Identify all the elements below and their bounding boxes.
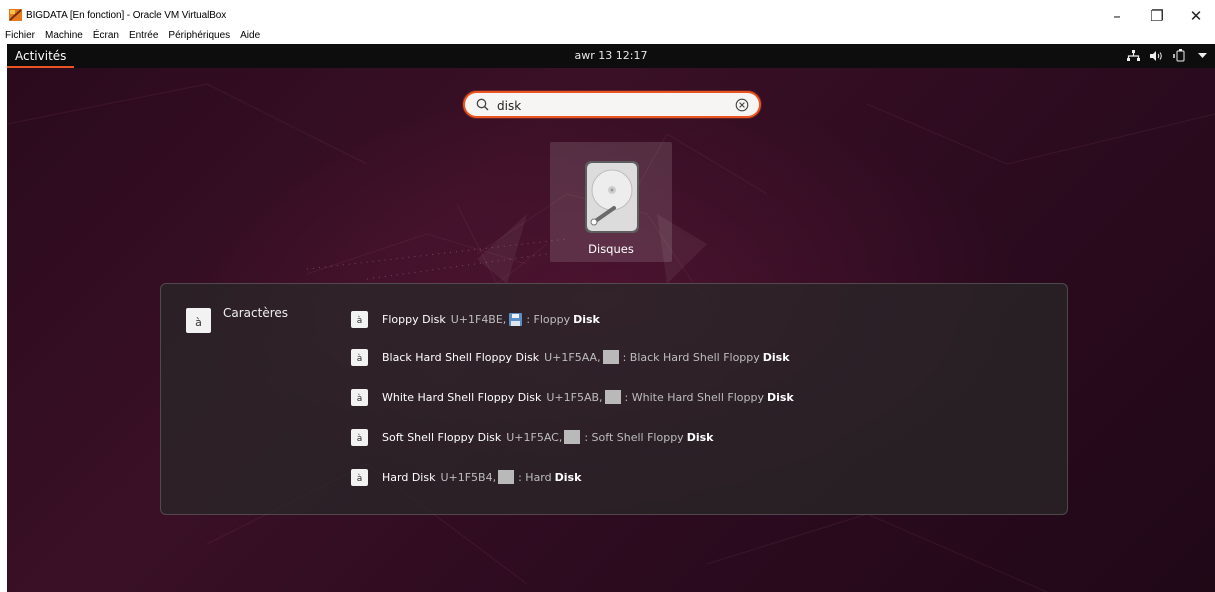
disk-utility-icon	[585, 161, 639, 233]
search-input[interactable]	[495, 96, 719, 116]
result-name: Black Hard Shell Floppy Disk	[382, 350, 540, 364]
result-item[interactable]: à White Hard Shell Floppy Disk U+1F5AB, …	[351, 387, 794, 407]
gnome-top-bar: Activités awr 13 12:17	[7, 44, 1215, 68]
result-description: : Floppy	[526, 312, 571, 326]
character-icon: à	[351, 348, 368, 366]
result-description-match: Disk	[573, 312, 600, 326]
result-code: U+1F4BE,	[450, 312, 507, 326]
window-title: BIGDATA [En fonction] - Oracle VM Virtua…	[26, 10, 227, 21]
power-icon[interactable]	[1172, 49, 1186, 63]
result-description-match: Disk	[762, 350, 790, 364]
network-icon[interactable]	[1126, 49, 1140, 63]
result-description-match: Disk	[766, 390, 794, 404]
clock: awr 13 12:17	[7, 44, 1215, 68]
character-icon: à	[351, 388, 368, 406]
result-description: : Soft Shell Floppy	[584, 430, 684, 444]
result-name: White Hard Shell Floppy Disk	[382, 390, 542, 404]
glyph-preview-swatch	[564, 430, 581, 444]
result-description: : Black Hard Shell Floppy	[622, 350, 760, 364]
search-results-panel: à Caractères à Floppy Disk U+1F4BE, : Fl…	[160, 283, 1068, 515]
host-menubar: Fichier Machine Écran Entrée Périphériqu…	[0, 29, 1215, 44]
guest-screen: Activités awr 13 12:17 disk Disques à Ca…	[7, 44, 1215, 592]
character-icon: à	[351, 468, 368, 486]
result-item[interactable]: à Soft Shell Floppy Disk U+1F5AC, : Soft…	[351, 427, 713, 447]
result-code: U+1F5AC,	[506, 430, 563, 444]
host-title-bar: BIGDATA [En fonction] - Oracle VM Virtua…	[0, 0, 1215, 30]
minimize-button[interactable]: –	[1097, 6, 1137, 26]
clock-label[interactable]: awr 13 12:17	[575, 49, 648, 62]
menu-machine[interactable]: Machine	[40, 29, 88, 43]
menu-peripheriques[interactable]: Périphériques	[163, 29, 235, 43]
search-icon	[476, 98, 489, 111]
restore-button[interactable]: ❐	[1137, 6, 1177, 26]
floppy-disk-icon	[509, 312, 523, 326]
result-description: : Hard	[518, 470, 552, 484]
app-result-disques[interactable]: Disques	[550, 142, 672, 262]
result-item[interactable]: à Black Hard Shell Floppy Disk U+1F5AA, …	[351, 347, 790, 367]
dropdown-arrow-icon[interactable]	[1195, 49, 1209, 63]
menu-aide[interactable]: Aide	[235, 29, 265, 43]
app-label: Disques	[588, 242, 634, 256]
virtualbox-logo-icon	[9, 9, 22, 21]
result-code: U+1F5AA,	[544, 350, 601, 364]
result-description: : White Hard Shell Floppy	[624, 390, 764, 404]
clear-icon[interactable]	[735, 98, 749, 112]
character-icon: à	[351, 428, 368, 446]
characters-app-icon[interactable]: à	[186, 308, 211, 333]
menu-ecran[interactable]: Écran	[88, 29, 124, 43]
result-code: U+1F5B4,	[440, 470, 497, 484]
result-name: Floppy Disk	[382, 312, 446, 326]
result-description-match: Disk	[554, 470, 582, 484]
result-name: Hard Disk	[382, 470, 436, 484]
activities-button[interactable]: Activités	[7, 44, 75, 68]
result-description-match: Disk	[686, 430, 714, 444]
glyph-preview-swatch	[602, 350, 619, 364]
glyph-preview-swatch	[604, 390, 621, 404]
close-button[interactable]: ✕	[1176, 6, 1215, 26]
system-tray[interactable]	[1126, 44, 1209, 68]
character-icon: à	[351, 310, 368, 328]
volume-icon[interactable]	[1149, 49, 1163, 63]
glyph-preview-swatch	[498, 470, 515, 484]
result-item[interactable]: à Floppy Disk U+1F4BE, : Floppy Disk	[351, 309, 600, 329]
menu-entree[interactable]: Entrée	[124, 29, 163, 43]
menu-fichier[interactable]: Fichier	[4, 29, 40, 43]
result-name: Soft Shell Floppy Disk	[382, 430, 502, 444]
result-item[interactable]: à Hard Disk U+1F5B4, : Hard Disk	[351, 467, 581, 487]
result-code: U+1F5AB,	[546, 390, 603, 404]
search-entry[interactable]	[463, 91, 761, 118]
provider-name[interactable]: Caractères	[223, 306, 288, 320]
